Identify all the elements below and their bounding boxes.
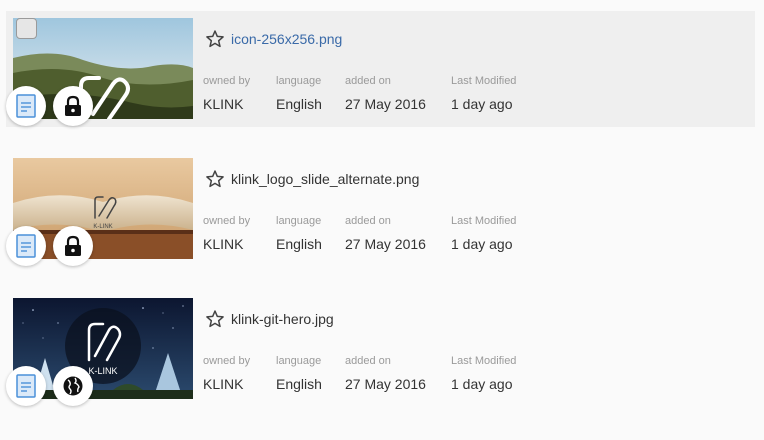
added-on-label: added on [345, 355, 391, 367]
thumbnail-logo-text: K-LINK [93, 224, 112, 230]
owner-field: owned by KLINK [203, 355, 250, 392]
owner-value: KLINK [203, 236, 244, 252]
language-field: language English [276, 75, 322, 112]
thumbnail-logo-text: K-LINK [88, 366, 117, 376]
star-icon[interactable] [205, 309, 225, 329]
language-label: language [276, 215, 322, 227]
last-modified-label: Last Modified [451, 215, 517, 227]
document-row[interactable]: K-LINK klink_logo_slide_alternate.png ow… [6, 151, 755, 267]
language-value: English [276, 236, 322, 252]
added-on-field: added on 27 May 2016 [345, 355, 426, 392]
language-value: English [276, 96, 322, 112]
last-modified-label: Last Modified [451, 355, 517, 367]
added-on-field: added on 27 May 2016 [345, 215, 426, 252]
select-checkbox[interactable] [16, 18, 37, 39]
star-icon[interactable] [205, 169, 225, 189]
last-modified-value: 1 day ago [451, 376, 513, 392]
document-title-link[interactable]: icon-256x256.png [231, 31, 342, 47]
language-label: language [276, 355, 322, 367]
document-row[interactable]: icon-256x256.png owned by KLINK language… [6, 11, 755, 127]
owner-value: KLINK [203, 96, 244, 112]
last-modified-value: 1 day ago [451, 236, 513, 252]
last-modified-value: 1 day ago [451, 96, 513, 112]
owner-value: KLINK [203, 376, 244, 392]
language-value: English [276, 376, 322, 392]
access-badge [53, 226, 93, 266]
added-on-value: 27 May 2016 [345, 236, 426, 252]
owner-field: owned by KLINK [203, 215, 250, 252]
globe-icon [63, 376, 83, 396]
owner-label: owned by [203, 215, 251, 227]
document-title-link[interactable]: klink_logo_slide_alternate.png [231, 171, 419, 187]
document-type-badge [6, 226, 46, 266]
access-badge [53, 86, 93, 126]
added-on-field: added on 27 May 2016 [345, 75, 426, 112]
star-icon[interactable] [205, 29, 225, 49]
language-field: language English [276, 215, 322, 252]
document-icon [16, 94, 36, 118]
access-badge [53, 366, 93, 406]
language-label: language [276, 75, 322, 87]
added-on-value: 27 May 2016 [345, 96, 426, 112]
last-modified-field: Last Modified 1 day ago [451, 215, 516, 252]
last-modified-field: Last Modified 1 day ago [451, 75, 516, 112]
added-on-value: 27 May 2016 [345, 376, 426, 392]
owner-label: owned by [203, 355, 251, 367]
document-icon [16, 374, 36, 398]
document-row[interactable]: K-LINK klink-git-hero.jpg owned by KLINK… [6, 291, 755, 407]
lock-icon [65, 235, 81, 256]
document-type-badge [6, 86, 46, 126]
owner-field: owned by KLINK [203, 75, 250, 112]
owner-label: owned by [203, 75, 251, 87]
lock-icon [65, 95, 81, 116]
language-field: language English [276, 355, 322, 392]
document-type-badge [6, 366, 46, 406]
added-on-label: added on [345, 215, 391, 227]
last-modified-field: Last Modified 1 day ago [451, 355, 516, 392]
document-icon [16, 234, 36, 258]
added-on-label: added on [345, 75, 391, 87]
document-title-link[interactable]: klink-git-hero.jpg [231, 311, 334, 327]
last-modified-label: Last Modified [451, 75, 517, 87]
